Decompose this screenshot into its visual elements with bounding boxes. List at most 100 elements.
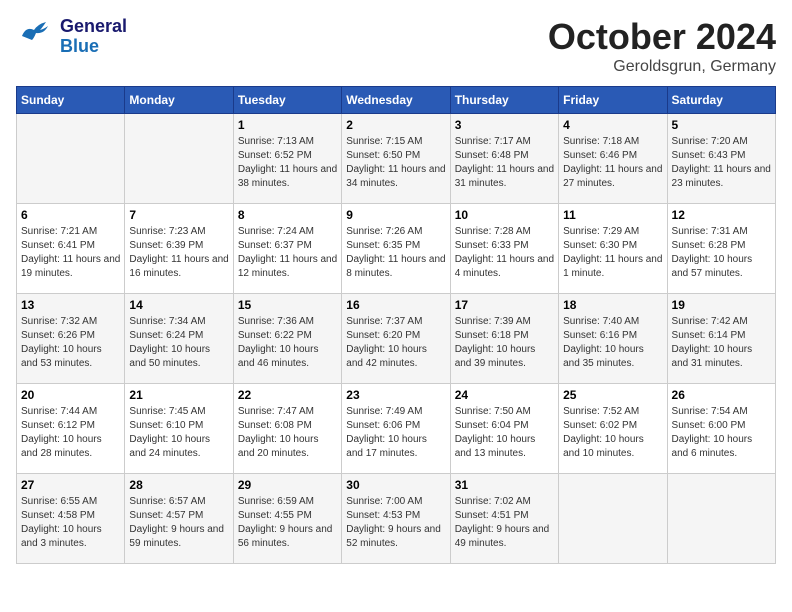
day-number: 9 [346,208,445,222]
calendar-cell: 5Sunrise: 7:20 AM Sunset: 6:43 PM Daylig… [667,114,775,204]
calendar-cell: 2 Sunrise: 7:15 AM Sunset: 6:50 PM Daylig… [342,114,450,204]
calendar-cell: 4 Sunrise: 7:18 AM Sunset: 6:46 PM Daylig… [559,114,667,204]
weekday-header-monday: Monday [125,87,233,114]
calendar-cell: 25Sunrise: 7:52 AM Sunset: 6:02 PM Dayli… [559,384,667,474]
title-block: October 2024 Geroldsgrun, Germany [548,16,776,76]
calendar-cell: 21 Sunrise: 7:45 AM Sunset: 6:10 PM Dayli… [125,384,233,474]
day-number: 15 [238,298,337,312]
weekday-header-saturday: Saturday [667,87,775,114]
calendar-cell: 11 Sunrise: 7:29 AM Sunset: 6:30 PM Dayli… [559,204,667,294]
calendar-cell: 15 Sunrise: 7:36 AM Sunset: 6:22 PM Dayli… [233,294,341,384]
day-number: 22 [238,388,337,402]
week-row-4: 27 Sunrise: 6:55 AM Sunset: 4:58 PM Dayli… [17,474,776,564]
week-row-3: 20 Sunrise: 7:44 AM Sunset: 6:12 PM Dayli… [17,384,776,474]
day-info: Sunrise: 7:40 AM Sunset: 6:16 PM Dayligh… [563,315,662,371]
location-title: Geroldsgrun, Germany [548,58,776,76]
day-info: Sunrise: 7:32 AM Sunset: 6:26 PM Dayligh… [21,315,120,371]
calendar-cell: 16Sunrise: 7:37 AM Sunset: 6:20 PM Dayli… [342,294,450,384]
day-number: 28 [129,478,228,492]
calendar-cell [125,114,233,204]
day-info: Sunrise: 7:26 AM Sunset: 6:35 PM Dayligh… [346,225,445,281]
calendar-cell: 22Sunrise: 7:47 AM Sunset: 6:08 PM Dayli… [233,384,341,474]
day-number: 21 [129,388,228,402]
day-info: Sunrise: 7:20 AM Sunset: 6:43 PM Dayligh… [672,135,771,191]
day-info: Sunrise: 7:50 AM Sunset: 6:04 PM Dayligh… [455,405,554,461]
day-info: Sunrise: 7:31 AM Sunset: 6:28 PM Dayligh… [672,225,771,281]
month-title: October 2024 [548,16,776,58]
calendar-cell [667,474,775,564]
day-number: 8 [238,208,337,222]
week-row-0: 1 Sunrise: 7:13 AM Sunset: 6:52 PM Daylig… [17,114,776,204]
weekday-header-row: SundayMondayTuesdayWednesdayThursdayFrid… [17,87,776,114]
day-info: Sunrise: 7:24 AM Sunset: 6:37 PM Dayligh… [238,225,337,281]
day-number: 26 [672,388,771,402]
calendar-cell: 19 Sunrise: 7:42 AM Sunset: 6:14 PM Dayli… [667,294,775,384]
day-info: Sunrise: 7:15 AM Sunset: 6:50 PM Dayligh… [346,135,445,191]
page-header: General Blue October 2024 Geroldsgrun, G… [16,16,776,76]
calendar-cell [17,114,125,204]
day-number: 10 [455,208,554,222]
logo-line2: Blue [60,37,127,57]
day-number: 14 [129,298,228,312]
day-number: 30 [346,478,445,492]
calendar-cell: 30Sunrise: 7:00 AM Sunset: 4:53 PM Dayli… [342,474,450,564]
day-info: Sunrise: 7:21 AM Sunset: 6:41 PM Dayligh… [21,225,120,281]
day-number: 4 [563,118,662,132]
day-info: Sunrise: 7:13 AM Sunset: 6:52 PM Dayligh… [238,135,337,191]
calendar-cell: 24Sunrise: 7:50 AM Sunset: 6:04 PM Dayli… [450,384,558,474]
day-number: 29 [238,478,337,492]
calendar-cell: 7Sunrise: 7:23 AM Sunset: 6:39 PM Daylig… [125,204,233,294]
day-number: 1 [238,118,337,132]
calendar-cell: 6 Sunrise: 7:21 AM Sunset: 6:41 PM Daylig… [17,204,125,294]
calendar-cell: 18 Sunrise: 7:40 AM Sunset: 6:16 PM Dayli… [559,294,667,384]
day-number: 3 [455,118,554,132]
calendar-cell: 29Sunrise: 6:59 AM Sunset: 4:55 PM Dayli… [233,474,341,564]
day-number: 17 [455,298,554,312]
weekday-header-tuesday: Tuesday [233,87,341,114]
weekday-header-sunday: Sunday [17,87,125,114]
day-info: Sunrise: 6:57 AM Sunset: 4:57 PM Dayligh… [129,495,228,551]
day-info: Sunrise: 7:44 AM Sunset: 6:12 PM Dayligh… [21,405,120,461]
day-info: Sunrise: 7:02 AM Sunset: 4:51 PM Dayligh… [455,495,554,551]
day-info: Sunrise: 7:45 AM Sunset: 6:10 PM Dayligh… [129,405,228,461]
day-info: Sunrise: 7:54 AM Sunset: 6:00 PM Dayligh… [672,405,771,461]
calendar-body: 1 Sunrise: 7:13 AM Sunset: 6:52 PM Daylig… [17,114,776,564]
day-number: 16 [346,298,445,312]
logo: General Blue [16,16,127,57]
calendar-cell: 9 Sunrise: 7:26 AM Sunset: 6:35 PM Daylig… [342,204,450,294]
day-info: Sunrise: 7:49 AM Sunset: 6:06 PM Dayligh… [346,405,445,461]
day-number: 7 [129,208,228,222]
weekday-header-thursday: Thursday [450,87,558,114]
day-info: Sunrise: 7:42 AM Sunset: 6:14 PM Dayligh… [672,315,771,371]
day-info: Sunrise: 7:28 AM Sunset: 6:33 PM Dayligh… [455,225,554,281]
day-info: Sunrise: 7:52 AM Sunset: 6:02 PM Dayligh… [563,405,662,461]
day-info: Sunrise: 7:17 AM Sunset: 6:48 PM Dayligh… [455,135,554,191]
day-number: 20 [21,388,120,402]
calendar-cell [559,474,667,564]
calendar-cell: 28 Sunrise: 6:57 AM Sunset: 4:57 PM Dayli… [125,474,233,564]
day-number: 31 [455,478,554,492]
day-info: Sunrise: 7:36 AM Sunset: 6:22 PM Dayligh… [238,315,337,371]
calendar-cell: 26 Sunrise: 7:54 AM Sunset: 6:00 PM Dayli… [667,384,775,474]
day-number: 19 [672,298,771,312]
day-info: Sunrise: 6:55 AM Sunset: 4:58 PM Dayligh… [21,495,120,551]
week-row-1: 6 Sunrise: 7:21 AM Sunset: 6:41 PM Daylig… [17,204,776,294]
day-number: 27 [21,478,120,492]
weekday-header-wednesday: Wednesday [342,87,450,114]
day-info: Sunrise: 7:39 AM Sunset: 6:18 PM Dayligh… [455,315,554,371]
logo-line1: General [60,17,127,37]
day-number: 23 [346,388,445,402]
day-number: 2 [346,118,445,132]
calendar-cell: 31 Sunrise: 7:02 AM Sunset: 4:51 PM Dayli… [450,474,558,564]
calendar-cell: 14Sunrise: 7:34 AM Sunset: 6:24 PM Dayli… [125,294,233,384]
day-number: 18 [563,298,662,312]
day-info: Sunrise: 7:18 AM Sunset: 6:46 PM Dayligh… [563,135,662,191]
day-number: 6 [21,208,120,222]
day-number: 13 [21,298,120,312]
calendar-cell: 12 Sunrise: 7:31 AM Sunset: 6:28 PM Dayli… [667,204,775,294]
day-number: 12 [672,208,771,222]
day-number: 11 [563,208,662,222]
day-info: Sunrise: 7:29 AM Sunset: 6:30 PM Dayligh… [563,225,662,281]
calendar-cell: 23 Sunrise: 7:49 AM Sunset: 6:06 PM Dayli… [342,384,450,474]
calendar-cell: 3 Sunrise: 7:17 AM Sunset: 6:48 PM Daylig… [450,114,558,204]
